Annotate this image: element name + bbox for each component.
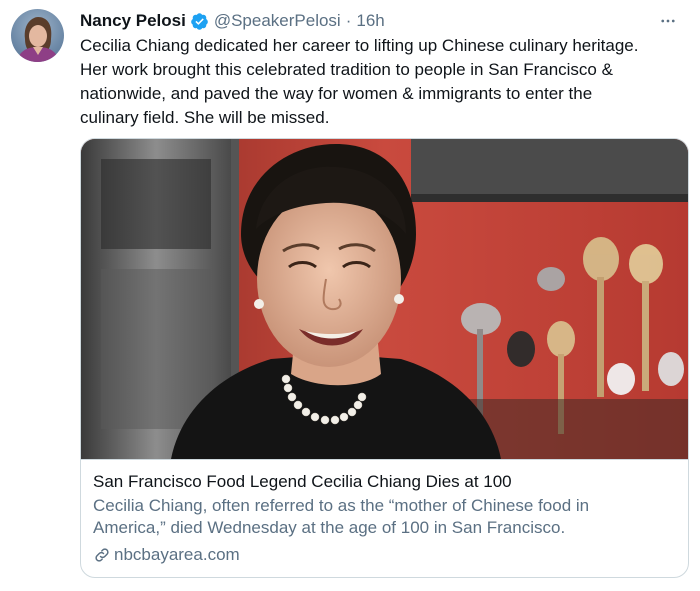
tweet-header: Nancy Pelosi @SpeakerPelosi · 16h <box>80 9 680 33</box>
link-icon <box>93 546 111 564</box>
tweet: Nancy Pelosi @SpeakerPelosi · 16h Cecili… <box>0 0 700 591</box>
card-image[interactable] <box>81 139 688 460</box>
card-domain[interactable]: nbcbayarea.com <box>93 544 676 566</box>
separator-dot: · <box>345 11 352 30</box>
avatar[interactable] <box>11 9 64 62</box>
card-text: San Francisco Food Legend Cecilia Chiang… <box>93 469 676 566</box>
author-name[interactable]: Nancy Pelosi <box>80 11 186 31</box>
timestamp[interactable]: 16h <box>356 11 384 31</box>
card-domain-text[interactable]: nbcbayarea.com <box>114 544 240 566</box>
verified-badge-icon <box>190 12 209 31</box>
more-options-icon[interactable] <box>656 9 680 33</box>
link-preview-card[interactable]: San Francisco Food Legend Cecilia Chiang… <box>80 138 689 578</box>
author-handle[interactable]: @SpeakerPelosi <box>214 11 341 31</box>
card-description: Cecilia Chiang, often referred to as the… <box>93 496 590 537</box>
card-title[interactable]: San Francisco Food Legend Cecilia Chiang… <box>93 471 676 493</box>
tweet-text: Cecilia Chiang dedicated her career to l… <box>80 36 639 127</box>
